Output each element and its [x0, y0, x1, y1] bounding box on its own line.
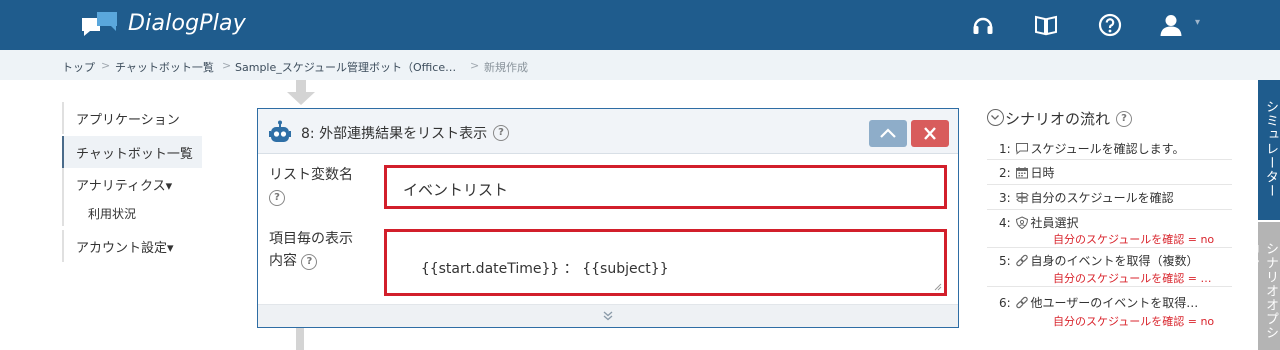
- simulator-tab[interactable]: シミュレーター: [1258, 80, 1280, 220]
- flow-item-condition: 自分のスケジュールを確認 = no: [1053, 315, 1215, 328]
- step-card-header: 8: 外部連携結果をリスト表示?: [258, 109, 958, 154]
- link-icon: [1015, 296, 1028, 309]
- logo-chat-icon: [82, 12, 117, 36]
- flow-item-number: 1:: [999, 142, 1011, 156]
- flow-item-condition: 自分のスケジュールを確認 = no: [1053, 233, 1215, 246]
- resize-grip-icon[interactable]: [934, 283, 942, 291]
- flow-arrow-icon: [287, 80, 315, 105]
- list-variable-label: リスト変数名 ?: [269, 164, 353, 208]
- breadcrumb-separator: >: [101, 59, 111, 72]
- breadcrumb-separator: >: [470, 59, 480, 72]
- flow-item-number: 4:: [999, 216, 1011, 230]
- sidebar-item-analytics[interactable]: アナリティクス▾: [62, 168, 202, 200]
- sidebar-item-applications[interactable]: アプリケーション: [62, 102, 202, 134]
- circle-chevron-down-icon[interactable]: [987, 109, 1004, 126]
- flow-item-2[interactable]: 2: 日時: [987, 160, 1232, 185]
- collapse-button[interactable]: [869, 120, 907, 147]
- flow-item-label: 他ユーザーのイベントを取得…: [1030, 296, 1199, 310]
- signpost-icon: [1015, 192, 1029, 204]
- flow-item-condition: 自分のスケジュールを確認 = …: [1053, 272, 1212, 285]
- list-variable-input[interactable]: イベントリスト: [384, 165, 947, 209]
- breadcrumb-chatbot-list[interactable]: チャットボット一覧: [115, 59, 214, 75]
- item-display-textarea[interactable]: {{start.dateTime}} ： {{subject}}: [384, 229, 947, 296]
- shield-icon: [1015, 216, 1028, 229]
- flow-item-label: 社員選択: [1030, 216, 1079, 230]
- double-chevron-down-icon: [603, 311, 613, 321]
- flow-item-label: スケジュールを確認します。: [1030, 142, 1185, 156]
- flow-connector: [296, 328, 304, 350]
- step-title: 8: 外部連携結果をリスト表示?: [301, 123, 510, 143]
- delete-button[interactable]: [911, 120, 949, 147]
- user-icon[interactable]: [1158, 12, 1184, 38]
- flow-item-1[interactable]: 1: スケジュールを確認します。: [987, 136, 1232, 160]
- list-variable-label-text: リスト変数名: [269, 167, 353, 183]
- step-title-text: 8: 外部連携結果をリスト表示: [301, 126, 488, 142]
- speech-bubble-icon: [1015, 143, 1028, 155]
- link-icon: [1015, 254, 1028, 267]
- breadcrumb-bot[interactable]: Sample_スケジュール管理ボット（Office…: [235, 59, 456, 75]
- breadcrumb-top[interactable]: トップ: [62, 59, 95, 75]
- help-icon[interactable]: ?: [269, 190, 285, 206]
- chevron-up-icon: [880, 128, 896, 138]
- help-icon[interactable]: ?: [301, 254, 318, 270]
- item-display-label-line2: 内容: [269, 253, 297, 269]
- flow-item-number: 5:: [999, 254, 1011, 268]
- help-icon[interactable]: [1097, 12, 1123, 38]
- flow-item-3[interactable]: 3: 自分のスケジュールを確認: [987, 185, 1232, 210]
- flow-item-label: 自分のスケジュールを確認: [1030, 191, 1174, 205]
- flow-item-number: 2:: [999, 166, 1011, 180]
- breadcrumb-separator: >: [222, 59, 232, 72]
- breadcrumb: トップ > チャットボット一覧 > Sample_スケジュール管理ボット（Off…: [0, 50, 1280, 80]
- flow-item-label: 自身のイベントを取得（複数）: [1030, 254, 1199, 268]
- top-header: DialogPlay ▾: [0, 0, 1280, 50]
- expand-bar[interactable]: [258, 304, 958, 327]
- scenario-options-tab[interactable]: シナリオオプション: [1244, 222, 1280, 350]
- item-display-label: 項目毎の表示 内容 ?: [269, 228, 353, 272]
- flow-item-6[interactable]: 6: 他ユーザーのイベントを取得… 自分のスケジュールを確認 = no: [987, 287, 1232, 332]
- book-icon[interactable]: [1033, 12, 1059, 38]
- flow-item-4[interactable]: 4: 社員選択 自分のスケジュールを確認 = no: [987, 210, 1232, 248]
- close-icon: [924, 127, 936, 140]
- headset-icon[interactable]: [970, 12, 996, 38]
- item-display-value: {{start.dateTime}} ： {{subject}}: [420, 261, 669, 277]
- item-display-label-line1: 項目毎の表示: [269, 231, 353, 247]
- flow-item-5[interactable]: 5: 自身のイベントを取得（複数） 自分のスケジュールを確認 = …: [987, 248, 1232, 287]
- calendar-icon: [1015, 167, 1028, 179]
- flow-item-label: 日時: [1030, 166, 1055, 180]
- flow-item-number: 6:: [999, 296, 1011, 310]
- breadcrumb-current: 新規作成: [484, 61, 528, 74]
- sidebar-item-usage[interactable]: 利用状況: [62, 200, 202, 226]
- step-card: 8: 外部連携結果をリスト表示? リスト変数名 ? イベントリスト 項目毎の表示…: [257, 108, 959, 328]
- sidebar-item-chatbot-list[interactable]: チャットボット一覧: [62, 136, 202, 168]
- chevron-down-icon[interactable]: ▾: [1195, 17, 1200, 28]
- brand-name[interactable]: DialogPlay: [128, 11, 246, 36]
- sidebar-item-account-settings[interactable]: アカウント設定▾: [62, 230, 202, 262]
- scenario-flow-title-text: シナリオの流れ: [1005, 110, 1111, 128]
- robot-icon: [269, 120, 291, 142]
- scenario-flow-title[interactable]: シナリオの流れ?: [987, 108, 1133, 129]
- help-icon[interactable]: ?: [1116, 110, 1133, 127]
- flow-item-number: 3:: [999, 191, 1011, 205]
- help-icon[interactable]: ?: [493, 124, 510, 141]
